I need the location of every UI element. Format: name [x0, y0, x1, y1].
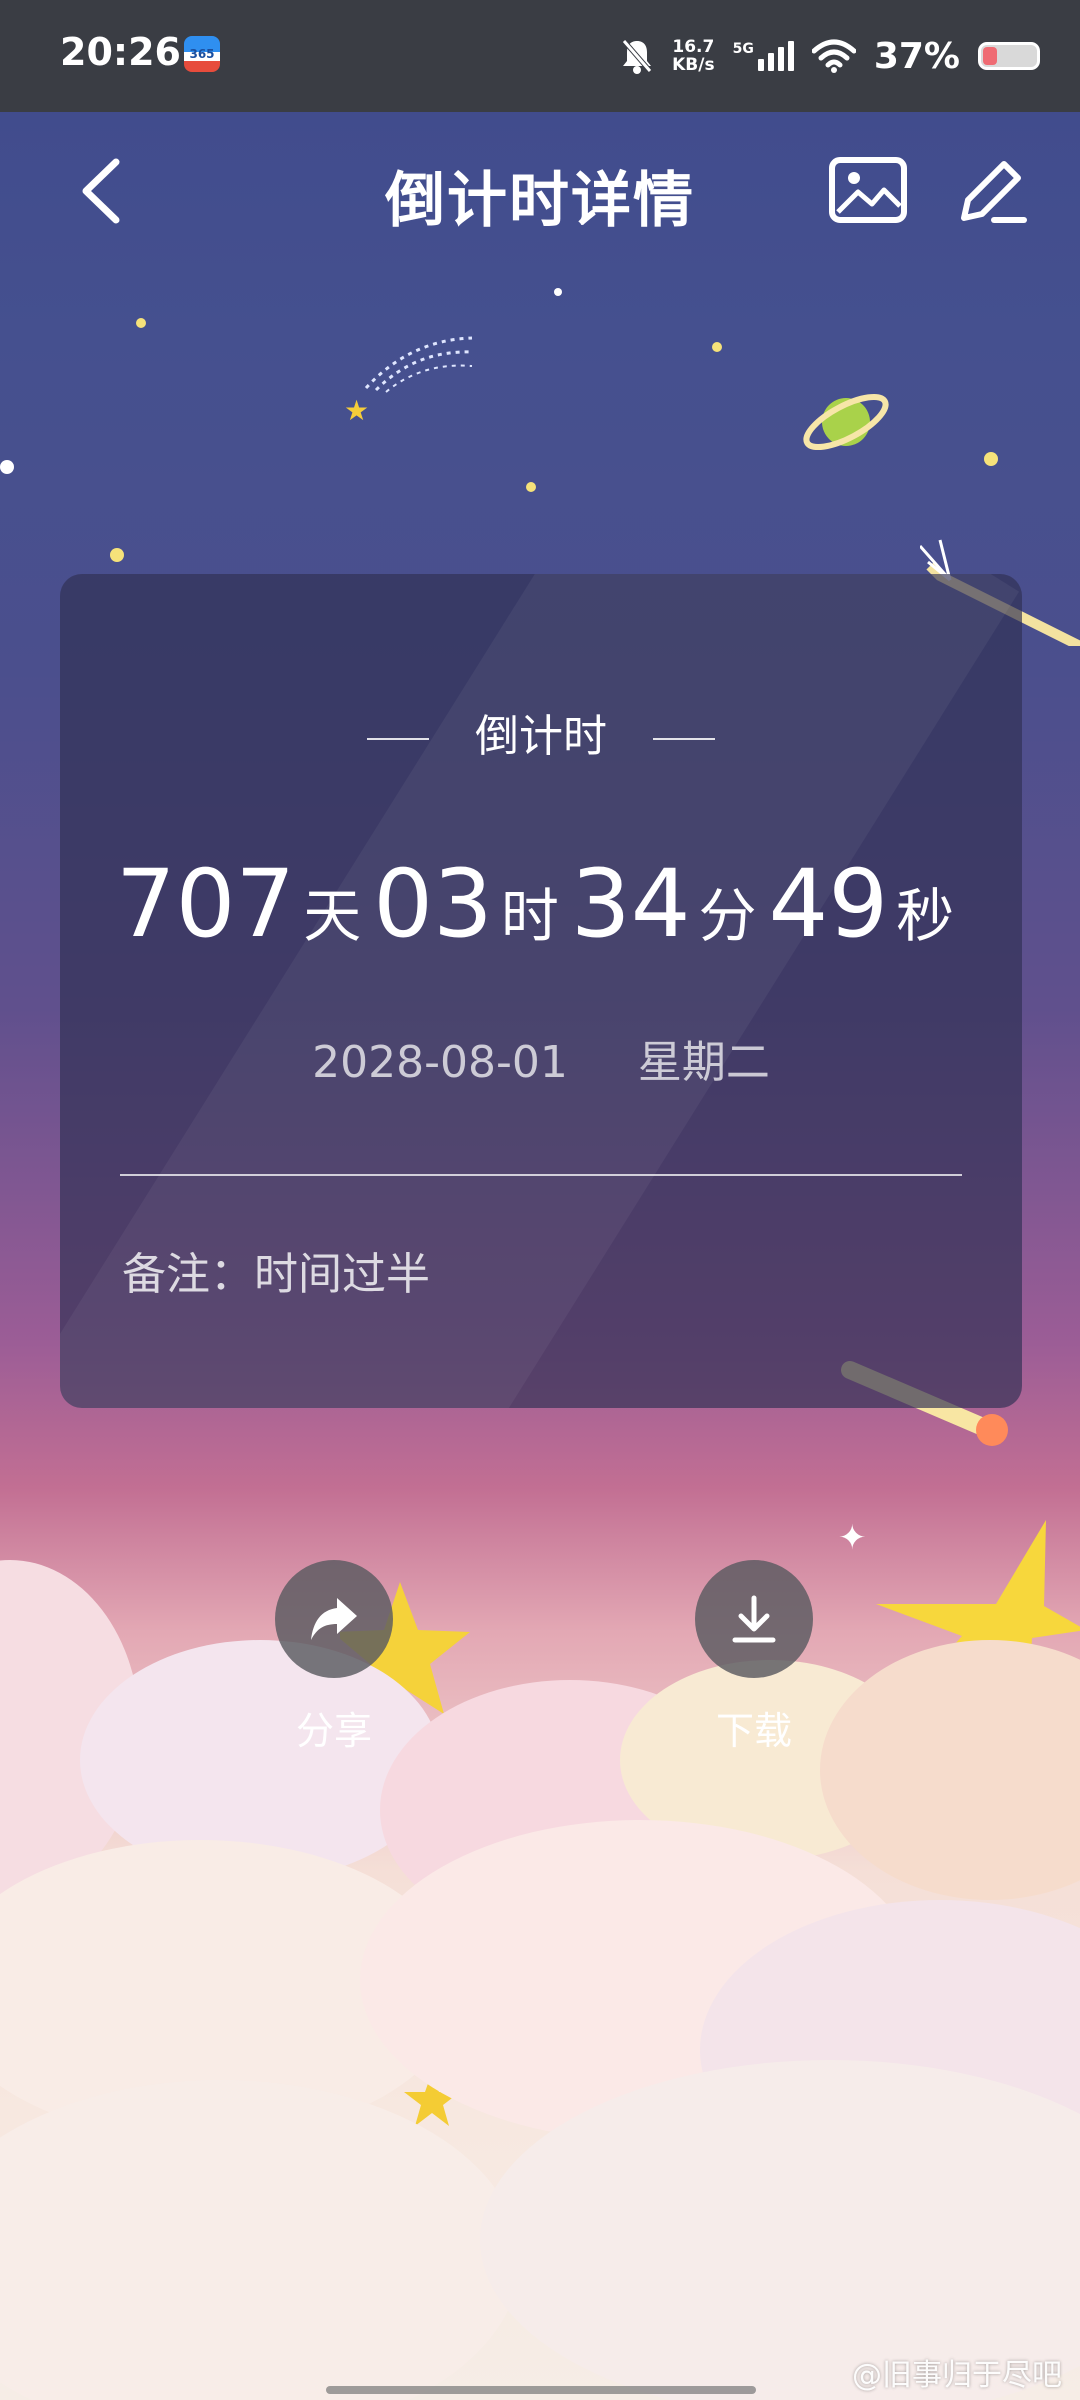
planet-icon — [803, 393, 889, 451]
divider-dash — [367, 738, 429, 740]
net-speed-unit: KB/s — [672, 55, 715, 75]
card-label: 倒计时 — [475, 711, 607, 762]
star-dot — [712, 342, 722, 352]
target-date-row: 2028-08-01 星期二 — [60, 1026, 1022, 1090]
status-time: 20:26 — [60, 30, 181, 74]
calendar-app-icon: 365 — [184, 36, 220, 72]
watermark: @旧事归于尽吧 — [852, 2358, 1062, 2393]
countdown-seconds: 49 — [768, 850, 889, 959]
download-label: 下载 — [715, 1709, 792, 1753]
wifi-icon — [811, 39, 856, 73]
card-divider — [120, 1174, 962, 1176]
status-indicators: 16.7 KB/s 5G 37% — [620, 26, 1040, 86]
target-weekday: 星期二 — [637, 1037, 770, 1088]
home-indicator[interactable] — [326, 2386, 756, 2394]
shooting-star-icon — [364, 336, 473, 393]
countdown-detail-screen: ★ ✦ 20:26 365 16.7 KB/s 5G 37% 倒计时详情 倒计时… — [0, 0, 1080, 2400]
divider-dash — [653, 738, 715, 740]
bell-off-icon — [622, 39, 653, 74]
note-row: 备注：时间过半 — [122, 1238, 430, 1302]
signal-label: 5G — [732, 41, 754, 57]
battery-icon — [978, 42, 1040, 70]
share-button[interactable]: 分享 — [254, 1560, 414, 1755]
star-dot — [526, 482, 536, 492]
note-text: 时间过半 — [254, 1249, 430, 1300]
small-star-icon: ✦ — [838, 1518, 867, 1558]
net-speed: 16.7 KB/s — [672, 38, 714, 74]
page-title: 倒计时详情 — [385, 166, 695, 236]
countdown-card: 倒计时 707 天 03 时 34 分 49 秒 2028-08-01 星期二 备注：时间过半 — [60, 574, 1022, 1408]
note-label: 备注： — [122, 1249, 254, 1300]
share-button-circle[interactable] — [275, 1560, 393, 1678]
countdown-minutes-unit: 分 — [698, 882, 757, 950]
pencil-icon[interactable] — [954, 152, 1030, 228]
star-dot — [110, 548, 124, 562]
download-button[interactable]: 下载 — [674, 1560, 834, 1755]
target-date: 2028-08-01 — [312, 1037, 568, 1088]
battery-percent: 37% — [873, 35, 960, 77]
image-icon[interactable] — [828, 156, 908, 226]
star-dot — [136, 318, 146, 328]
card-label-row: 倒计时 — [60, 700, 1022, 764]
header: 倒计时详情 — [0, 112, 1080, 272]
signal-bars-icon: 5G — [733, 41, 794, 71]
countdown-days-unit: 天 — [303, 882, 362, 950]
countdown-hours-unit: 时 — [500, 882, 559, 950]
app-icon-text: 365 — [189, 47, 215, 61]
star-dot — [554, 288, 562, 296]
countdown-hours: 03 — [373, 850, 493, 959]
download-button-circle[interactable] — [695, 1560, 813, 1678]
share-label: 分享 — [295, 1709, 372, 1753]
countdown-days: 707 — [115, 850, 296, 959]
net-speed-value: 16.7 — [672, 37, 715, 57]
countdown-seconds-unit: 秒 — [896, 882, 955, 950]
star-dot — [0, 460, 14, 474]
star-dot — [984, 452, 998, 466]
download-icon — [732, 1595, 776, 1643]
status-bar: 20:26 365 16.7 KB/s 5G 37% — [0, 0, 1080, 112]
share-arrow-icon — [311, 1598, 357, 1640]
countdown-minutes: 34 — [570, 850, 691, 959]
countdown-display: 707 天 03 时 34 分 49 秒 — [60, 850, 1022, 959]
